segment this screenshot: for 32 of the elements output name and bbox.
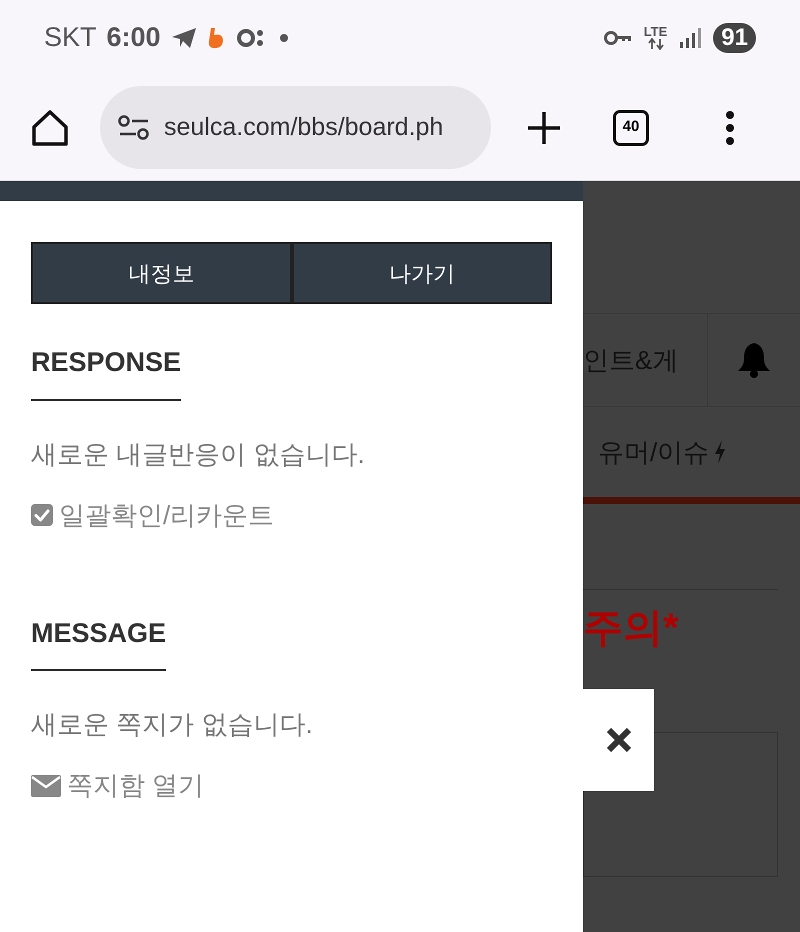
drawer-button[interactable]: 내정보 (31, 242, 292, 304)
close-button[interactable] (583, 689, 654, 791)
home-icon[interactable] (30, 108, 70, 146)
section-title: MESSAGE (31, 612, 166, 671)
clock: 6:00 (106, 21, 161, 54)
dot-icon (278, 32, 289, 42)
envelope-icon (31, 774, 61, 796)
post-heading: 주의* (583, 608, 680, 648)
bell-icon (736, 341, 772, 379)
paper-plane-icon (170, 26, 197, 48)
action-link[interactable]: 일괄확인/리카운트 (59, 496, 274, 534)
lightning-icon (713, 439, 728, 465)
close-icon (606, 727, 632, 753)
carrier: SKT (44, 21, 97, 54)
drawer-button[interactable]: 나가기 (292, 242, 552, 304)
signal-icon (679, 26, 702, 48)
app-dots-icon (236, 28, 265, 48)
section-message: 새로운 내글반응이 없습니다. (31, 438, 366, 470)
site-settings-icon[interactable] (118, 114, 150, 140)
battery-indicator: 91 (713, 22, 756, 52)
address-bar[interactable]: seulca.com/bbs/board.ph (100, 86, 491, 169)
url-text: seulca.com/bbs/board.ph (164, 112, 444, 143)
more-menu-icon[interactable] (725, 110, 735, 144)
new-tab-icon[interactable] (527, 110, 561, 144)
action-link[interactable]: 쪽지함 열기 (67, 766, 204, 805)
tab-switcher-button[interactable]: 40 (613, 110, 649, 146)
checkbox-icon (31, 504, 53, 526)
section-title: RESPONSE (31, 342, 182, 400)
data-arrows-icon (648, 38, 664, 50)
key-icon (604, 30, 632, 46)
network-type: LTE (644, 25, 668, 38)
section-message: 새로운 쪽지가 없습니다. (31, 708, 314, 741)
